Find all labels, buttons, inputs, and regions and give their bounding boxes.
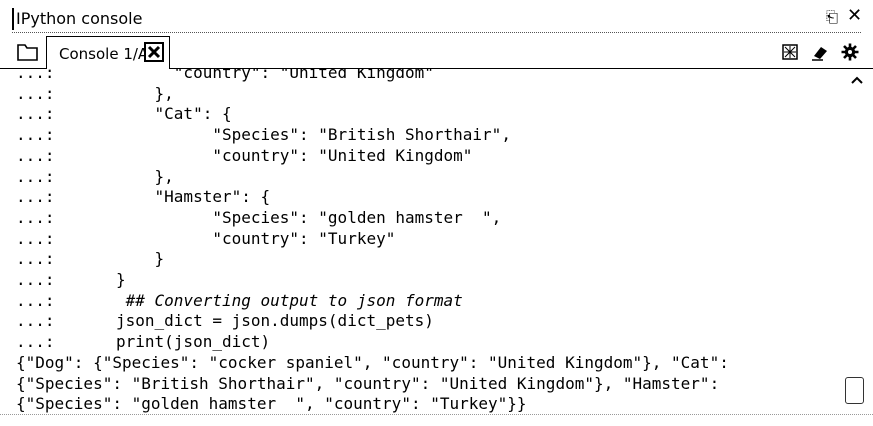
gear-icon[interactable] (841, 43, 859, 61)
continuation-prompt: ...: (16, 166, 55, 186)
eraser-icon[interactable] (811, 43, 829, 61)
continuation-prompt: ...: (16, 332, 55, 352)
console-line: ...: "Species": "British Shorthair", (16, 125, 511, 144)
tab-close-glyph (147, 45, 161, 59)
continuation-prompt: ...: (16, 207, 55, 227)
continuation-prompt: ...: (16, 69, 55, 82)
continuation-prompt: ...: (16, 145, 55, 165)
scroll-up-icon[interactable] (850, 75, 864, 85)
code-text: "Cat": { (116, 104, 232, 124)
console-line: ...: } (16, 249, 164, 268)
undock-icon[interactable]: ⎗ (826, 8, 838, 26)
tab-close-icon[interactable] (144, 42, 164, 62)
console-line: ...: print(json_dict) (16, 332, 270, 351)
code-text: "country": "Turkey" (116, 228, 396, 248)
code-text: "Species": "golden hamster ", (116, 207, 502, 227)
console-line: ...: ## Converting output to json format (16, 291, 463, 310)
folder-icon[interactable] (16, 42, 40, 62)
pane-edge (12, 8, 14, 30)
scrollbar-thumb[interactable] (845, 377, 864, 404)
console-line: ...: json_dict = json.dumps(dict_pets) (16, 311, 434, 330)
console-line: ...: "Hamster": { (16, 187, 270, 206)
close-icon[interactable]: ✕ (847, 5, 862, 26)
tab-console-1a[interactable]: Console 1/A (46, 36, 170, 69)
continuation-prompt: ...: (16, 311, 55, 331)
code-text: "Hamster": { (116, 187, 271, 207)
console-text: ...: "country": "United Kingdom" ...: },… (16, 69, 729, 415)
continuation-prompt: ...: (16, 228, 55, 248)
console-tab-bar: Console 1/A (0, 34, 873, 69)
code-comment: ## Converting output to json format (116, 290, 463, 310)
code-text: }, (116, 166, 174, 186)
continuation-prompt: ...: (16, 270, 55, 290)
console-line: ...: "country": "United Kingdom" (16, 69, 434, 82)
continuation-prompt: ...: (16, 187, 55, 207)
console-output-area[interactable]: ...: "country": "United Kingdom" ...: },… (0, 69, 873, 419)
console-line: ...: "Species": "golden hamster ", (16, 208, 501, 227)
console-line: ...:} (16, 270, 126, 289)
output-line: {"Species": "golden hamster ", "country"… (16, 394, 527, 414)
output-line: {"Species": "British Shorthair", "countr… (16, 373, 720, 393)
divider (0, 414, 873, 415)
code-text: print(json_dict) (116, 332, 271, 352)
continuation-prompt: ...: (16, 104, 55, 124)
code-text: "country": "United Kingdom" (116, 145, 473, 165)
code-text: } (116, 270, 126, 290)
code-text: } (116, 249, 165, 269)
code-text: }, (116, 83, 174, 103)
code-text: "country": "United Kingdom" (116, 69, 434, 82)
console-line: ...: "Cat": { (16, 104, 232, 123)
divider (12, 32, 861, 33)
stop-kernel-icon[interactable] (781, 43, 799, 61)
console-line: ...: "country": "United Kingdom" (16, 146, 472, 165)
output-line: {"Dog": {"Species": "cocker spaniel", "c… (16, 352, 729, 372)
pane-title: IPython console (16, 9, 143, 28)
continuation-prompt: ...: (16, 125, 55, 145)
code-text: "Species": "British Shorthair", (116, 125, 511, 145)
console-line: ...: }, (16, 167, 174, 186)
console-line: ...: "country": "Turkey" (16, 229, 395, 248)
tab-label: Console 1/A (59, 45, 149, 63)
continuation-prompt: ...: (16, 290, 55, 310)
console-line: ...: }, (16, 84, 174, 103)
code-text: json_dict = json.dumps(dict_pets) (116, 311, 434, 331)
pane-title-bar: IPython console ⎗ ✕ (0, 0, 873, 34)
continuation-prompt: ...: (16, 249, 55, 269)
continuation-prompt: ...: (16, 83, 55, 103)
